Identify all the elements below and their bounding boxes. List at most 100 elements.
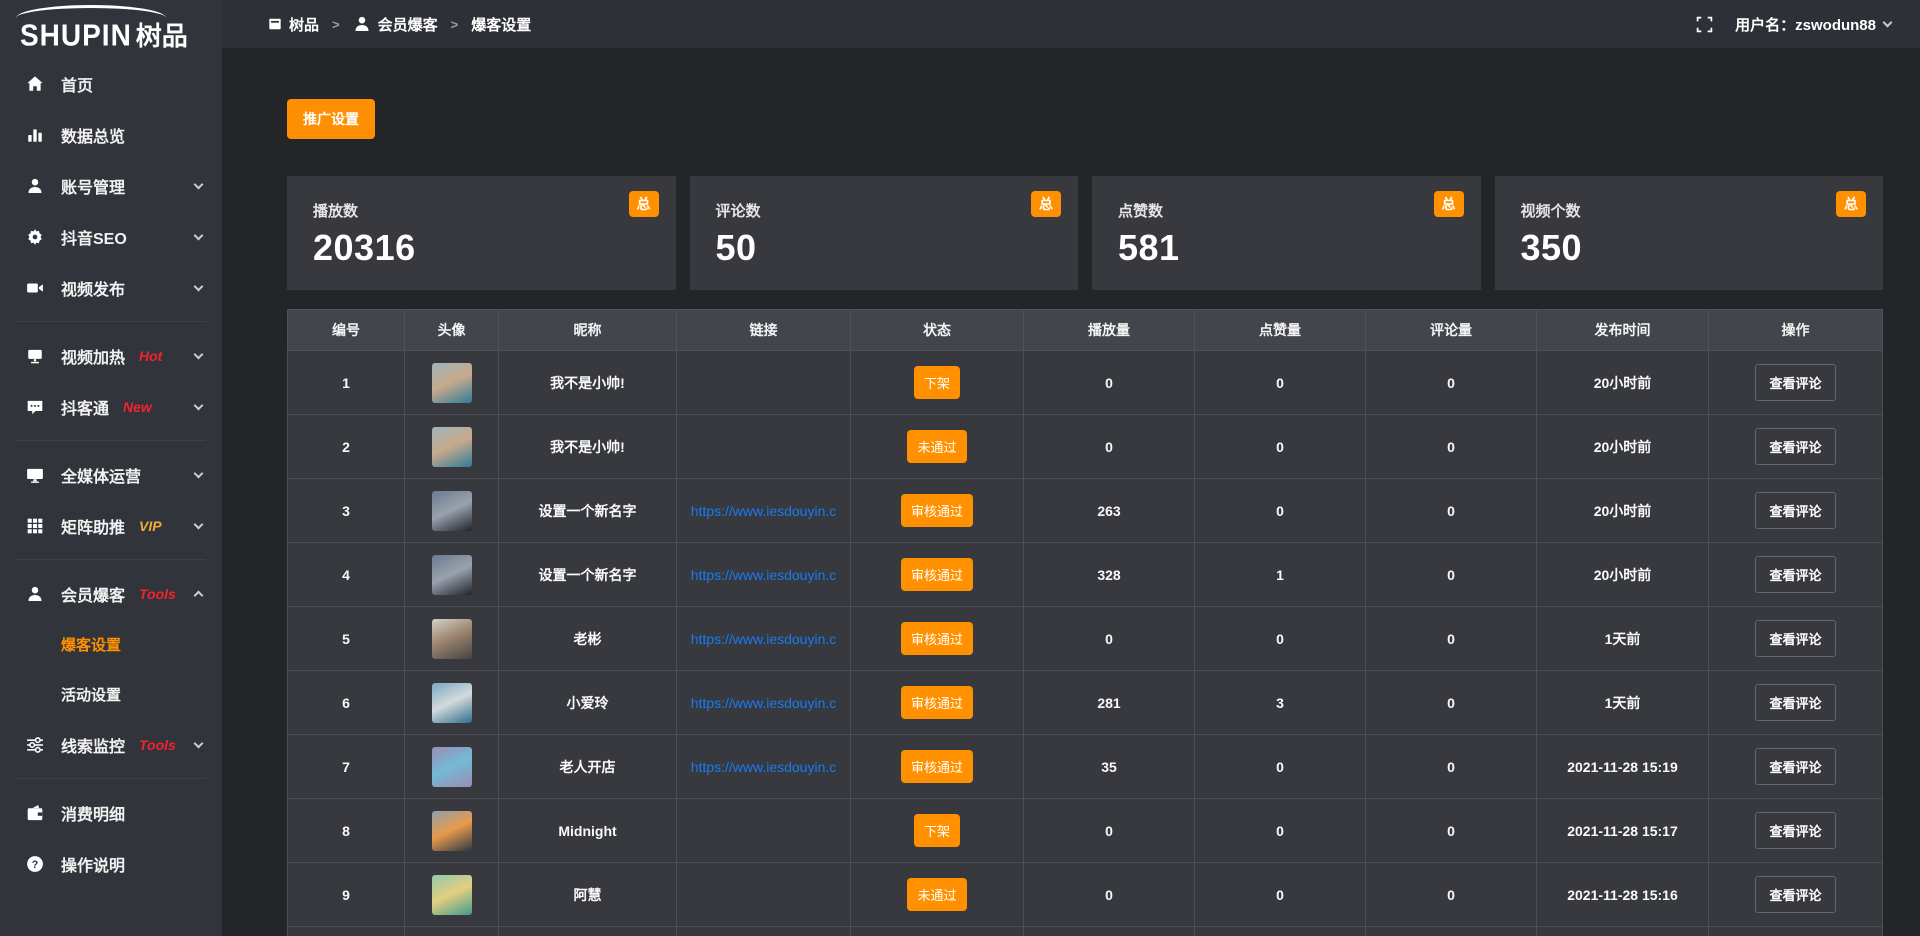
- sidebar-item-account-management[interactable]: 账号管理: [0, 160, 222, 211]
- cell-nickname: [499, 927, 677, 936]
- video-link[interactable]: https://www.iesdouyin.c: [691, 759, 837, 775]
- cell-avatar: [405, 479, 499, 543]
- video-link[interactable]: https://www.iesdouyin.c: [691, 503, 837, 519]
- cell-likes: 0: [1195, 351, 1366, 415]
- main-area: 树品>会员爆客>爆客设置 用户名：zswodun88 推广设置 播放数20316…: [222, 0, 1920, 936]
- sidebar-divider: [16, 321, 206, 322]
- cell-plays: 0: [1024, 799, 1195, 863]
- total-badge: 总: [1836, 191, 1866, 217]
- fullscreen-icon[interactable]: [1696, 16, 1713, 33]
- view-comments-button[interactable]: 查看评论: [1755, 364, 1835, 401]
- sidebar-item-douketong[interactable]: 抖客通New: [0, 381, 222, 432]
- chevron-up-icon: [194, 591, 204, 601]
- user-icon: [353, 15, 371, 33]
- wallet-icon: [26, 804, 46, 822]
- sidebar-item-clue-monitor[interactable]: 线索监控Tools: [0, 719, 222, 770]
- sidebar-item-label: 消费明细: [61, 801, 125, 825]
- sidebar-item-member-baoke[interactable]: 会员爆客Tools: [0, 568, 222, 619]
- avatar: [432, 811, 472, 851]
- cell-comments: 0: [1366, 479, 1537, 543]
- sidebar-item-consumption-detail[interactable]: 消费明细: [0, 787, 222, 838]
- username-menu[interactable]: 用户名：zswodun88: [1735, 14, 1891, 35]
- avatar: [432, 747, 472, 787]
- sidebar-item-video-heating[interactable]: 视频加热Hot: [0, 330, 222, 381]
- cell-time: 20小时前: [1537, 415, 1709, 479]
- view-comments-button[interactable]: 查看评论: [1755, 492, 1835, 529]
- sidebar-item-label: 抖音SEO: [61, 225, 127, 249]
- cell-nickname: 设置一个新名字: [499, 543, 677, 607]
- cell-link: [677, 927, 851, 936]
- breadcrumb-item[interactable]: 会员爆客: [353, 14, 438, 35]
- screen-icon: [26, 347, 46, 365]
- sidebar-item-all-media-operation[interactable]: 全媒体运营: [0, 449, 222, 500]
- breadcrumb-separator: >: [332, 17, 340, 32]
- cell-plays: 35: [1024, 735, 1195, 799]
- sidebar-item-operation-guide[interactable]: ?操作说明: [0, 838, 222, 889]
- video-link[interactable]: https://www.iesdouyin.c: [691, 695, 837, 711]
- sidebar-item-label: 首页: [61, 72, 93, 96]
- view-comments-button[interactable]: 查看评论: [1755, 620, 1835, 657]
- view-comments-button[interactable]: 查看评论: [1755, 876, 1835, 913]
- cell-id: 6: [288, 671, 405, 735]
- breadcrumb-item[interactable]: 爆客设置: [471, 14, 531, 35]
- sidebar-item-badge: Tools: [139, 586, 176, 602]
- view-comments-button[interactable]: 查看评论: [1755, 556, 1835, 593]
- stat-label: 视频个数: [1521, 200, 1858, 221]
- sidebar-item-label: 线索监控: [61, 733, 125, 757]
- table-header-row: 编号头像昵称链接状态播放量点赞量评论量发布时间操作: [288, 310, 1883, 351]
- chevron-down-icon: [194, 400, 204, 410]
- view-comments-button[interactable]: 查看评论: [1755, 684, 1835, 721]
- sidebar-item-label: 全媒体运营: [61, 463, 141, 487]
- cell-time: 1天前: [1537, 607, 1709, 671]
- sidebar-item-label: 矩阵助推: [61, 514, 125, 538]
- table-row: 9阿慧未通过0002021-11-28 15:16查看评论: [288, 863, 1883, 927]
- cell-link: https://www.iesdouyin.c: [677, 543, 851, 607]
- cell-status: 审核通过: [851, 543, 1024, 607]
- view-comments-button[interactable]: 查看评论: [1755, 428, 1835, 465]
- table-row: [288, 927, 1883, 936]
- cell-nickname: 设置一个新名字: [499, 479, 677, 543]
- total-badge: 总: [1434, 191, 1464, 217]
- sidebar-item-data-overview[interactable]: 数据总览: [0, 109, 222, 160]
- sidebar-subitem-activity-settings[interactable]: 活动设置: [0, 669, 222, 719]
- stat-label: 播放数: [313, 200, 650, 221]
- sliders-icon: [26, 736, 46, 754]
- status-badge: 审核通过: [901, 558, 973, 591]
- cell-avatar: [405, 415, 499, 479]
- stat-value: 581: [1118, 227, 1455, 269]
- logo-text-en: SHUPIN: [20, 19, 132, 54]
- breadcrumb-item[interactable]: 树品: [268, 14, 319, 35]
- stat-card: 视频个数350总: [1495, 176, 1884, 290]
- total-badge: 总: [629, 191, 659, 217]
- column-header: 头像: [405, 310, 499, 351]
- chevron-down-icon: [194, 281, 204, 291]
- cell-action: 查看评论: [1709, 735, 1883, 799]
- view-comments-button[interactable]: 查看评论: [1755, 812, 1835, 849]
- cell-status: 审核通过: [851, 671, 1024, 735]
- avatar: [432, 619, 472, 659]
- column-header: 编号: [288, 310, 405, 351]
- status-badge: 审核通过: [901, 622, 973, 655]
- cell-time: 20小时前: [1537, 543, 1709, 607]
- stat-value: 20316: [313, 227, 650, 269]
- cell-likes: 0: [1195, 799, 1366, 863]
- view-comments-button[interactable]: 查看评论: [1755, 748, 1835, 785]
- cell-avatar: [405, 543, 499, 607]
- logo-arc: [16, 5, 166, 18]
- sidebar-item-video-publish[interactable]: 视频发布: [0, 262, 222, 313]
- cell-status: 未通过: [851, 415, 1024, 479]
- video-link[interactable]: https://www.iesdouyin.c: [691, 567, 837, 583]
- sidebar-nav: 首页数据总览账号管理抖音SEO 视频发布视频加热Hot抖客通New 全媒体运营矩阵助…: [0, 58, 222, 889]
- question-icon: ?: [26, 855, 46, 873]
- sidebar-item-matrix-boost[interactable]: 矩阵助推VIP: [0, 500, 222, 551]
- column-header: 播放量: [1024, 310, 1195, 351]
- videos-table: 编号头像昵称链接状态播放量点赞量评论量发布时间操作 1我不是小帅!下架00020…: [287, 309, 1883, 936]
- video-link[interactable]: https://www.iesdouyin.c: [691, 631, 837, 647]
- sidebar-item-douyin-seo[interactable]: 抖音SEO: [0, 211, 222, 262]
- table-row: 2我不是小帅!未通过00020小时前查看评论: [288, 415, 1883, 479]
- promo-settings-button[interactable]: 推广设置: [287, 99, 375, 139]
- sidebar-item-home[interactable]: 首页: [0, 58, 222, 109]
- sidebar-subitem-baoke-settings[interactable]: 爆客设置: [0, 619, 222, 669]
- cell-nickname: 老人开店: [499, 735, 677, 799]
- cell-plays: 328: [1024, 543, 1195, 607]
